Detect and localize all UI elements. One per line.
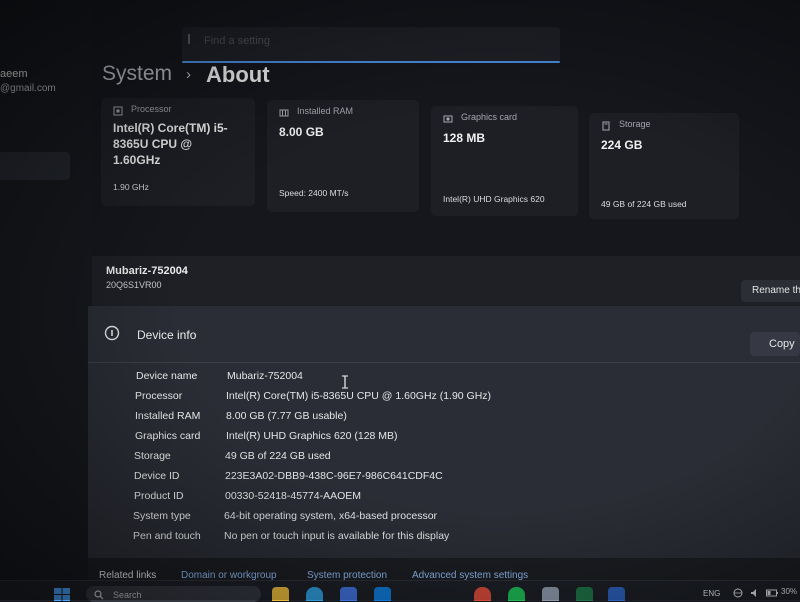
device-name-section: Mubariz-752004 20Q6S1VR00 Rename this PC	[92, 256, 800, 306]
device-info-header[interactable]: Device info Copy	[88, 306, 800, 363]
spec-label: Storage	[134, 450, 171, 462]
spec-value: Intel(R) UHD Graphics 620 (128 MB)	[226, 430, 398, 442]
ram-card: Installed RAM 8.00 GB Speed: 2400 MT/s	[267, 100, 419, 212]
chrome-icon[interactable]	[474, 587, 491, 601]
file-explorer-icon[interactable]	[272, 587, 289, 601]
device-info-panel: Device info Copy Device name Mubariz-752…	[88, 306, 800, 558]
spotify-icon[interactable]	[508, 587, 525, 601]
excel-icon[interactable]	[576, 587, 593, 601]
language-indicator[interactable]: ENG	[703, 589, 720, 598]
sidebar: aeem @gmail.com	[0, 0, 92, 580]
processor-card-value: Intel(R) Core(TM) i5-8365U CPU @ 1.60GHz	[113, 121, 228, 167]
windows-start-icon[interactable]	[54, 588, 70, 601]
settings-icon[interactable]	[542, 587, 559, 601]
spec-label: Pen and touch	[133, 530, 201, 542]
processor-card: Processor Intel(R) Core(TM) i5-8365U CPU…	[101, 98, 255, 206]
user-name: aeem	[0, 68, 28, 80]
graphics-card: Graphics card 128 MB Intel(R) UHD Graphi…	[431, 106, 578, 216]
spec-value: Intel(R) Core(TM) i5-8365U CPU @ 1.60GHz…	[226, 390, 492, 402]
ram-card-value: 8.00 GB	[279, 125, 324, 139]
spec-label: Installed RAM	[135, 410, 201, 422]
processor-icon	[113, 106, 123, 116]
search-icon	[188, 34, 190, 44]
copy-button[interactable]: Copy	[750, 332, 800, 356]
spec-label: System type	[133, 510, 191, 522]
related-links-bar: Related links Domain or workgroup System…	[88, 558, 800, 581]
info-circle-icon	[104, 325, 120, 341]
volume-icon[interactable]	[750, 588, 760, 598]
spec-value: No pen or touch input is available for t…	[224, 530, 450, 542]
rename-pc-button[interactable]: Rename this PC	[741, 280, 800, 302]
text-cursor-icon	[342, 375, 348, 389]
word-icon[interactable]	[608, 587, 625, 601]
spec-label: Product ID	[134, 490, 184, 502]
taskbar-search-text: Search	[113, 590, 142, 600]
globe-icon[interactable]	[733, 588, 743, 598]
breadcrumb-parent[interactable]: System	[102, 62, 172, 86]
spec-value: 00330-52418-45774-AAOEM	[225, 490, 362, 502]
sidebar-item-system[interactable]	[0, 152, 70, 180]
store-icon[interactable]	[340, 587, 357, 601]
storage-card-title: Storage	[619, 119, 651, 129]
ram-card-title: Installed RAM	[297, 106, 354, 116]
spec-value: 64-bit operating system, x64-based proce…	[224, 510, 438, 522]
spec-label: Device name	[136, 370, 198, 382]
taskbar: Search ENG 30%	[0, 580, 800, 602]
edge-icon[interactable]	[306, 587, 323, 601]
storage-icon	[602, 121, 610, 131]
spec-label: Graphics card	[135, 430, 201, 442]
page-title: About	[206, 62, 270, 87]
spec-value: 8.00 GB (7.77 GB usable)	[226, 410, 347, 422]
battery-icon[interactable]	[766, 588, 778, 598]
storage-card: Storage 224 GB 49 GB of 224 GB used	[589, 113, 739, 219]
device-info-title: Device info	[137, 328, 197, 342]
processor-card-title: Processor	[131, 104, 172, 114]
mail-icon[interactable]	[374, 587, 391, 601]
graphics-card-icon	[443, 115, 453, 123]
breadcrumb-separator: ›	[186, 66, 191, 83]
spec-value: 49 GB of 224 GB used	[225, 450, 331, 462]
spec-label: Processor	[135, 390, 183, 402]
device-name-title: Mubariz-752004	[106, 265, 188, 277]
user-email: @gmail.com	[0, 83, 56, 94]
spec-value: 223E3A02-DBB9-438C-96E7-986C641CDF4C	[225, 470, 443, 482]
spec-label: Device ID	[134, 470, 180, 482]
battery-percentage: 30%	[781, 587, 798, 596]
search-input[interactable]	[202, 31, 546, 51]
graphics-card-value: 128 MB	[443, 131, 486, 145]
storage-card-value: 224 GB	[601, 138, 643, 152]
graphics-card-model: Intel(R) UHD Graphics 620	[443, 194, 545, 204]
storage-card-usage: 49 GB of 224 GB used	[601, 199, 687, 209]
ram-card-speed: Speed: 2400 MT/s	[279, 188, 349, 198]
taskbar-search-icon	[94, 590, 104, 600]
spec-value: Mubariz-752004	[227, 370, 303, 382]
ram-icon	[279, 109, 289, 117]
graphics-card-title: Graphics card	[461, 112, 518, 122]
processor-card-speed: 1.90 GHz	[113, 182, 149, 192]
search-box[interactable]	[182, 27, 560, 63]
device-model: 20Q6S1VR00	[106, 280, 162, 290]
